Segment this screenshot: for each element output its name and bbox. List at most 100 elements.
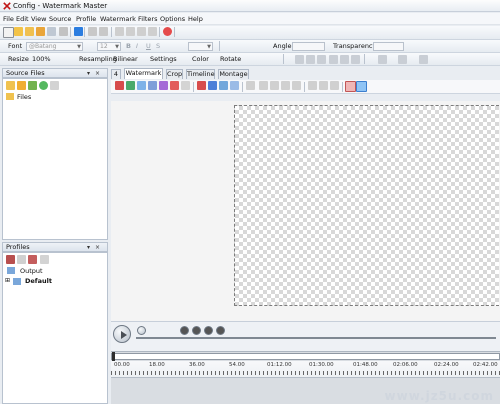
grid-icon[interactable] (181, 81, 190, 90)
align-left-icon[interactable] (295, 55, 304, 64)
tab-montage[interactable]: Montage (218, 69, 249, 79)
watermark-action-icon[interactable] (197, 81, 206, 90)
new-icon[interactable] (3, 27, 14, 38)
align-top-icon[interactable] (329, 55, 338, 64)
pause-button[interactable] (204, 326, 213, 335)
disabled-icon[interactable] (40, 255, 49, 264)
tree-item-default[interactable]: ⊞ Default (5, 276, 105, 286)
redo-icon[interactable] (99, 27, 108, 36)
tree-item-files[interactable]: Files (6, 92, 106, 103)
angle-input[interactable] (292, 42, 325, 51)
tab-number[interactable]: 4 (111, 69, 121, 79)
save-icon[interactable] (47, 27, 56, 36)
zoom-icon[interactable] (356, 81, 367, 92)
align-select[interactable]: ▼ (188, 42, 213, 51)
fit-icon[interactable] (419, 55, 428, 64)
menu-view[interactable]: View (31, 14, 46, 24)
image-watermark-icon[interactable] (126, 81, 135, 90)
underline-button[interactable]: U (146, 41, 151, 51)
text-watermark-icon[interactable] (115, 81, 124, 90)
brush-icon[interactable] (246, 81, 255, 90)
new-profile-icon[interactable] (6, 255, 15, 264)
align-bottom-icon[interactable] (351, 55, 360, 64)
fill-icon[interactable] (148, 81, 157, 90)
copy-watermark-icon[interactable] (259, 81, 268, 90)
duplicate-icon[interactable] (281, 81, 290, 90)
close-icon[interactable]: × (95, 243, 100, 252)
font-size-select[interactable]: 12 ▼ (97, 42, 121, 51)
delete-icon[interactable] (148, 27, 157, 36)
settings-menu[interactable]: Settings (150, 54, 177, 64)
folder-icon[interactable] (36, 27, 45, 36)
delete-profile-icon[interactable] (28, 255, 37, 264)
close-icon[interactable]: × (95, 69, 100, 78)
font-select[interactable]: @Batang ▼ (26, 42, 83, 51)
marker-icon[interactable] (170, 81, 179, 90)
menu-edit[interactable]: Edit (16, 14, 29, 24)
transparent-image-canvas[interactable] (234, 105, 499, 306)
space-icon[interactable] (398, 55, 407, 64)
resampling-value[interactable]: Bilinear (113, 54, 138, 64)
pin-icon[interactable]: ▾ (87, 243, 90, 252)
open-source-icon[interactable] (25, 27, 34, 36)
open-folder-icon[interactable] (14, 27, 23, 36)
next-button[interactable] (216, 326, 225, 335)
transparency-input[interactable] (373, 42, 404, 51)
check-icon[interactable] (39, 81, 48, 90)
layer-icon[interactable] (230, 81, 239, 90)
tree-item-output[interactable]: Output (5, 266, 105, 276)
volume-icon[interactable] (137, 326, 146, 335)
clear-icon[interactable] (292, 81, 301, 90)
monitor-icon[interactable] (219, 81, 228, 90)
lock-icon[interactable] (319, 81, 328, 90)
tab-timeline[interactable]: Timeline (186, 69, 215, 79)
menu-help[interactable]: Help (188, 14, 203, 24)
paste-icon[interactable] (137, 27, 146, 36)
italic-button[interactable]: I (136, 41, 138, 51)
distribute-icon[interactable] (378, 55, 387, 64)
menu-profile[interactable]: Profile (76, 14, 96, 24)
resize-value[interactable]: 100% (32, 54, 51, 64)
preview-icon[interactable] (208, 81, 217, 90)
align-middle-icon[interactable] (340, 55, 349, 64)
expand-icon[interactable]: ⊞ (5, 277, 10, 284)
color-menu[interactable]: Color (192, 54, 209, 64)
remove-icon[interactable] (50, 81, 59, 90)
transform-icon[interactable] (308, 81, 317, 90)
edit-profile-icon[interactable] (17, 255, 26, 264)
copy-icon[interactable] (126, 27, 135, 36)
previous-button[interactable] (180, 326, 189, 335)
effect-icon[interactable] (159, 81, 168, 90)
bold-button[interactable]: B (126, 41, 131, 51)
menu-options[interactable]: Options (160, 14, 185, 24)
folder-icon[interactable] (17, 81, 26, 90)
align-center-icon[interactable] (306, 55, 315, 64)
stop-icon[interactable] (163, 27, 172, 36)
undo-icon[interactable] (88, 27, 97, 36)
refresh-icon[interactable] (28, 81, 37, 90)
menu-file[interactable]: File (3, 14, 14, 24)
timeline-scrubber[interactable] (111, 352, 500, 362)
strike-button[interactable]: S (156, 41, 160, 51)
paste-watermark-icon[interactable] (270, 81, 279, 90)
settings-icon[interactable] (59, 27, 68, 36)
zoom-fit-icon[interactable] (345, 81, 356, 92)
add-folder-icon[interactable] (6, 81, 15, 90)
pin-icon[interactable]: ▾ (87, 69, 90, 78)
info-icon[interactable] (74, 27, 83, 36)
align-right-icon[interactable] (317, 55, 326, 64)
stop-button[interactable] (192, 326, 201, 335)
remove-watermark-icon[interactable] (330, 81, 339, 90)
shape-icon[interactable] (137, 81, 146, 90)
resize-label[interactable]: Resize (8, 54, 29, 64)
resampling-label[interactable]: Resampling (79, 54, 117, 64)
rotate-menu[interactable]: Rotate (220, 54, 241, 64)
progress-track[interactable] (136, 337, 496, 339)
tab-watermark[interactable]: Watermark (124, 68, 163, 79)
menu-filters[interactable]: Filters (138, 14, 157, 24)
tab-crop[interactable]: Crop (166, 69, 183, 79)
menu-source[interactable]: Source (49, 14, 71, 24)
play-button[interactable] (113, 325, 131, 343)
cut-icon[interactable] (115, 27, 124, 36)
menu-watermark[interactable]: Watermark (100, 14, 136, 24)
